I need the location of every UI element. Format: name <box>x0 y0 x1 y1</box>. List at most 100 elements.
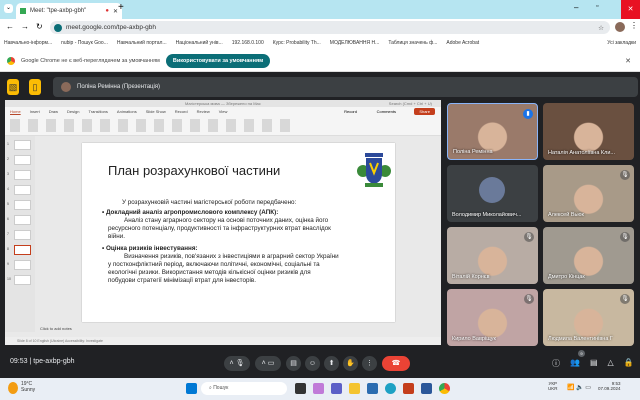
slide-number: 9 <box>7 262 9 266</box>
all-bookmarks[interactable]: Усі закладки <box>607 40 636 46</box>
set-default-button[interactable]: Використовувати за умовчанням <box>165 53 271 68</box>
speaking-indicator-icon: ▮ <box>523 109 533 119</box>
taskbar-search[interactable]: ⌕ Пошук <box>201 382 287 395</box>
minimize-button[interactable]: – <box>574 3 578 12</box>
bookmark[interactable]: Adobe Acrobat <box>446 40 479 46</box>
record-button[interactable]: Record <box>344 109 357 114</box>
slide-thumbnail[interactable] <box>14 230 31 240</box>
captions-button[interactable]: ▤ <box>286 356 301 371</box>
bookmark[interactable]: Національний унів... <box>176 40 223 46</box>
camera-button[interactable]: ˄ ▭ <box>255 356 281 371</box>
reload-button[interactable]: ↻ <box>36 22 43 31</box>
infobar-close-icon[interactable]: ✕ <box>625 57 631 65</box>
slide-thumbnail[interactable] <box>14 260 31 270</box>
network-volume-battery-icons[interactable]: 📶 🔈 ▭ <box>567 384 591 391</box>
info-icon[interactable]: ⓘ <box>552 358 560 369</box>
bookmark[interactable]: nubip - Пошук Goo... <box>61 40 108 46</box>
meeting-time: 09:53 <box>10 358 28 365</box>
bookmark[interactable]: Навчальний портал... <box>117 40 167 46</box>
slide-thumbnail[interactable] <box>14 185 31 195</box>
people-icon[interactable]: 👥 <box>570 358 580 369</box>
tab-search-button[interactable]: ⌄ <box>4 4 13 13</box>
powerpoint-icon[interactable] <box>403 383 414 394</box>
chrome-icon <box>7 56 15 65</box>
participant-tile[interactable]: Володимир Миколайович... <box>447 165 538 222</box>
slide-thumbnail[interactable] <box>14 215 31 225</box>
bookmark-star-icon[interactable]: ☆ <box>598 24 604 32</box>
file-explorer-icon[interactable] <box>349 383 360 394</box>
participant-tile[interactable]: ▮ Поліна Ремінна <box>447 103 538 160</box>
browser-tab[interactable]: Meet: "tpe-axbp-gbh" ● ✕ <box>16 3 122 19</box>
slide-number: 5 <box>7 202 9 206</box>
raise-hand-button[interactable]: ✋ <box>343 356 358 371</box>
back-button[interactable]: ← <box>6 22 14 31</box>
activities-icon[interactable]: △ <box>608 358 614 369</box>
participant-tile[interactable]: 🎙 Кирило Вавріщук <box>447 289 538 346</box>
notes-field[interactable]: Click to add notes <box>40 326 72 331</box>
participant-tile[interactable]: Наталія Анатоліївна Кли... <box>543 103 634 160</box>
teams-icon[interactable] <box>331 383 342 394</box>
task-view-icon[interactable] <box>295 383 306 394</box>
slide-thumbnail[interactable] <box>14 155 31 165</box>
bullet-2-heading: Оцінка ризиків інвестування: <box>105 245 198 252</box>
bookmark[interactable]: 192.168.0.100 <box>232 40 264 46</box>
share-button[interactable]: Share <box>414 108 435 115</box>
store-icon[interactable] <box>367 383 378 394</box>
ribbon-tab[interactable]: Review <box>197 109 210 114</box>
ribbon-tab[interactable]: Slide Show <box>146 109 166 114</box>
start-icon[interactable] <box>186 383 197 394</box>
url-input[interactable]: meet.google.com/tpe-axbp-gbh ☆ <box>50 21 610 34</box>
chat-icon[interactable]: ▤ <box>590 358 598 369</box>
activities-icon[interactable]: ▯ <box>29 79 41 95</box>
ribbon-tab[interactable]: Draw <box>49 109 58 114</box>
maximize-button[interactable]: ▫ <box>596 3 598 10</box>
site-info-icon[interactable] <box>54 23 62 32</box>
language-indicator[interactable]: УКР UKR <box>548 381 558 391</box>
new-tab-button[interactable]: + <box>118 2 124 13</box>
profile-avatar[interactable] <box>615 22 625 32</box>
ribbon-tab[interactable]: View <box>219 109 228 114</box>
weather-widget[interactable]: 19°C Sunny <box>21 381 35 393</box>
present-button[interactable]: ⬆ <box>324 356 339 371</box>
slide-thumbnail[interactable] <box>14 170 31 180</box>
close-window-button[interactable]: ✕ <box>621 0 640 19</box>
copilot-icon[interactable] <box>313 383 324 394</box>
ribbon-tab[interactable]: Animations <box>117 109 137 114</box>
infobar-text: Google Chrome не є веб-переглядачем за у… <box>21 57 160 64</box>
emoji-button[interactable]: ☺ <box>305 356 320 371</box>
ribbon-tab[interactable]: Record <box>175 109 188 114</box>
bookmark[interactable]: Таблиця значень ф... <box>388 40 437 46</box>
ribbon-tab[interactable]: Design <box>67 109 79 114</box>
chrome-taskbar-icon[interactable] <box>439 383 450 394</box>
ribbon-tab[interactable]: Insert <box>30 109 40 114</box>
clock[interactable]: 9:53 07.09.2024 <box>598 381 621 391</box>
muted-mic-icon: 🎙 <box>620 294 630 304</box>
bookmark[interactable]: Курс: Probability Th... <box>273 40 321 46</box>
host-controls-icon[interactable]: 🔒 <box>624 358 634 369</box>
more-options-button[interactable]: ⋮ <box>362 356 377 371</box>
participant-tile[interactable]: 🎙 Дмитро Кінцак <box>543 227 634 284</box>
slide-thumbnail[interactable] <box>14 200 31 210</box>
ppt-search[interactable]: Search (Cmd + Ctrl + U) <box>389 101 432 106</box>
bookmark[interactable]: МОДЕЛЮВАННЯ Н... <box>330 40 380 46</box>
leave-call-button[interactable]: ☎ <box>382 356 410 371</box>
slide-thumbnail[interactable] <box>14 245 31 255</box>
slide-thumbnail[interactable] <box>14 140 31 150</box>
presentation-icon[interactable]: ▧ <box>7 79 19 95</box>
forward-button[interactable]: → <box>21 22 29 31</box>
bookmark[interactable]: Навчально-інформ... <box>4 40 52 46</box>
ribbon-tab-home[interactable]: Home <box>10 109 21 114</box>
participant-tile[interactable]: 🎙 Алексей Вьюк <box>543 165 634 222</box>
slide-thumbnails: 1 2 3 4 5 6 7 8 9 10 <box>5 136 35 332</box>
slide-thumbnail[interactable] <box>14 275 31 285</box>
ribbon-tools[interactable] <box>10 119 290 132</box>
bullet-2-text: Визначення ризиків, пов'язаних з інвести… <box>124 253 339 260</box>
word-icon[interactable] <box>421 383 432 394</box>
participant-tile[interactable]: 🎙 Віталій Корнєв <box>447 227 538 284</box>
edge-icon[interactable] <box>385 383 396 394</box>
comments-button[interactable]: Comments <box>377 109 396 114</box>
ribbon-tab[interactable]: Transitions <box>88 109 107 114</box>
menu-icon[interactable]: ⋮ <box>630 21 638 30</box>
microphone-button[interactable]: ˄ 🎙 <box>224 356 250 371</box>
participant-tile[interactable]: 🎙 Людмила Валентинівна Г <box>543 289 634 346</box>
